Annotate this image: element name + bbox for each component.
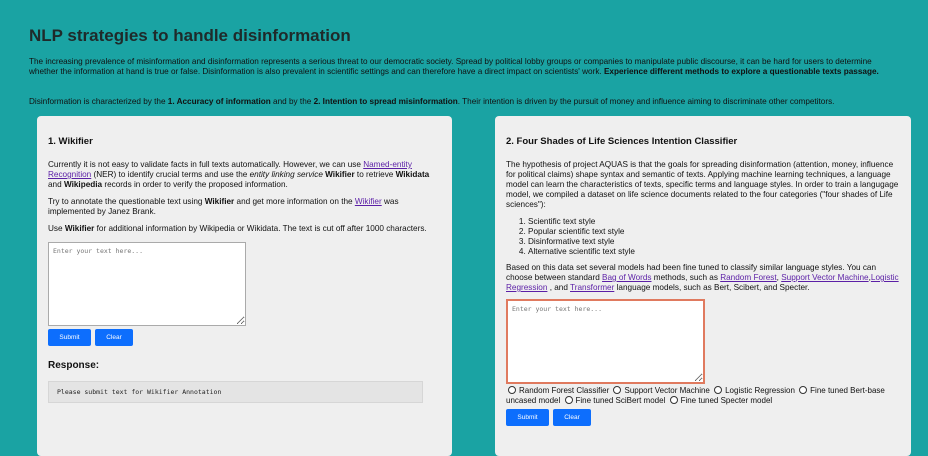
radio-scibert[interactable]: Fine tuned SciBert model xyxy=(563,396,666,405)
radio-circle-icon[interactable] xyxy=(564,396,573,404)
wk-p1-bold1: Wikifier xyxy=(325,170,355,179)
wk-p1-em: entity linking service xyxy=(249,170,323,179)
radio-svm[interactable]: Support Vector Machine xyxy=(611,386,710,395)
classifier-submit-button[interactable]: Submit xyxy=(506,409,549,426)
radio-logistic-regression[interactable]: Logistic Regression xyxy=(712,386,795,395)
category-item: Popular scientific text style xyxy=(528,227,900,237)
cl-p2-f: language models, such as Bert, Scibert, … xyxy=(614,283,810,292)
response-heading: Response: xyxy=(48,360,100,371)
category-list: Scientific text style Popular scientific… xyxy=(506,217,900,257)
wk-p3-b: for additional information by Wikipedia … xyxy=(94,224,427,233)
classifier-clear-button[interactable]: Clear xyxy=(553,409,591,426)
radio-random-forest[interactable]: Random Forest Classifier xyxy=(506,386,609,395)
category-item: Alternative scientific text style xyxy=(528,247,900,257)
radio-circle-icon[interactable] xyxy=(799,386,808,394)
wikifier-card: 1. Wikifier Currently it is not easy to … xyxy=(37,116,452,456)
classifier-text-input[interactable] xyxy=(506,299,705,384)
wk-p3-a: Use xyxy=(48,224,65,233)
radio-specter[interactable]: Fine tuned Specter model xyxy=(668,396,773,405)
intro2-e: . Their intention is driven by the pursu… xyxy=(457,97,835,106)
category-item: Scientific text style xyxy=(528,217,900,227)
wikifier-heading: 1. Wikifier xyxy=(48,136,93,147)
model-radio-group: Random Forest Classifier Support Vector … xyxy=(506,386,904,406)
radio-circle-icon[interactable] xyxy=(714,386,723,394)
intro2-c: and by the xyxy=(270,97,314,106)
classifier-card: 2. Four Shades of Life Sciences Intentio… xyxy=(495,116,911,456)
radio-label: Fine tuned Specter model xyxy=(680,396,773,405)
wikifier-clear-button[interactable]: Clear xyxy=(95,329,133,346)
cl-p2-b: methods, such as xyxy=(651,273,721,282)
wk-p2-bold: Wikifier xyxy=(204,197,235,206)
wk-p1-d: to retrieve xyxy=(354,170,396,179)
radio-label: Support Vector Machine xyxy=(624,386,710,395)
page-title: NLP strategies to handle disinformation xyxy=(29,26,351,45)
radio-circle-icon[interactable] xyxy=(613,386,622,394)
wk-p1-bold2: Wikidata xyxy=(395,170,430,179)
wikifier-submit-button[interactable]: Submit xyxy=(48,329,91,346)
radio-label: Logistic Regression xyxy=(725,386,795,395)
radio-label: Random Forest Classifier xyxy=(519,386,610,395)
classifier-button-row: Submit Clear xyxy=(506,409,900,426)
wk-p3-bold: Wikifier xyxy=(64,224,95,233)
radio-label: Fine tuned SciBert model xyxy=(575,396,666,405)
random-forest-link[interactable]: Random Forest xyxy=(720,273,776,282)
accuracy-term: 1. Accuracy of information xyxy=(167,97,271,106)
wk-p1-e: and xyxy=(48,180,64,189)
transformer-link[interactable]: Transformer xyxy=(570,283,614,292)
radio-circle-icon[interactable] xyxy=(669,396,678,404)
cl-p2-e: , and xyxy=(547,283,571,292)
wk-p1-bold3: Wikipedia xyxy=(63,180,103,189)
intention-term: 2. Intention to spread misinformation xyxy=(313,97,458,106)
classifier-models-text: Based on this data set several models ha… xyxy=(506,263,900,293)
category-item: Disinformative text style xyxy=(528,237,900,247)
classifier-hypothesis: The hypothesis of project AQUAS is that … xyxy=(506,160,899,209)
response-output: Please submit text for Wikifier Annotati… xyxy=(48,381,423,403)
wikifier-button-row: Submit Clear xyxy=(48,329,441,346)
svm-link[interactable]: Support Vector Machine xyxy=(781,273,868,282)
classifier-heading: 2. Four Shades of Life Sciences Intentio… xyxy=(506,136,738,147)
wikifier-text-input[interactable] xyxy=(48,242,246,326)
characterization-paragraph: Disinformation is characterized by the 1… xyxy=(29,97,909,107)
intro2-a: Disinformation is characterized by the xyxy=(29,97,168,106)
intro-paragraph: The increasing prevalence of misinformat… xyxy=(29,57,893,77)
wk-p2-b: and get more information on the xyxy=(234,197,355,206)
intro-bold: Experience different methods to explore … xyxy=(603,67,879,76)
bag-of-words-link[interactable]: Bag of Words xyxy=(602,273,651,282)
radio-circle-icon[interactable] xyxy=(508,386,516,394)
wk-p1-f: records in order to verify the proposed … xyxy=(102,180,288,189)
wikifier-try-text: Try to annotate the questionable text us… xyxy=(48,197,441,217)
wikifier-usage-text: Use Wikifier for additional information … xyxy=(48,224,441,234)
wk-p1-a: Currently it is not easy to validate fac… xyxy=(48,160,364,169)
wikifier-link[interactable]: Wikifier xyxy=(355,197,382,206)
wk-p1-b: (NER) to identify crucial terms and use … xyxy=(91,170,250,179)
wikifier-description: Currently it is not easy to validate fac… xyxy=(48,160,441,190)
wk-p2-a: Try to annotate the questionable text us… xyxy=(48,197,205,206)
